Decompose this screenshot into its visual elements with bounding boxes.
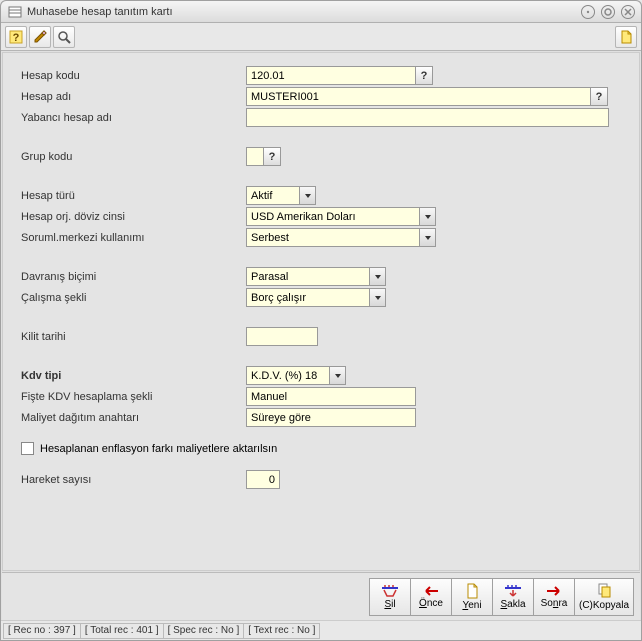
- yeni-label: Yeni: [462, 600, 481, 611]
- hesap-kodu-label: Hesap kodu: [21, 70, 246, 82]
- hareket-input: [246, 470, 280, 489]
- kdv-tipi-value: K.D.V. (%) 18: [251, 370, 329, 382]
- minimize-button[interactable]: [581, 5, 595, 19]
- sil-button[interactable]: Sil: [369, 578, 411, 616]
- grup-kodu-label: Grup kodu: [21, 151, 246, 163]
- help-button[interactable]: ?: [5, 26, 27, 48]
- status-spec-rec: [ Spec rec : No ]: [163, 623, 245, 639]
- chevron-down-icon: [419, 208, 435, 225]
- yeni-button[interactable]: Yeni: [451, 578, 493, 616]
- grup-kodu-lookup[interactable]: ?: [263, 147, 281, 166]
- chevron-down-icon: [329, 367, 345, 384]
- maliyet-input[interactable]: [246, 408, 416, 427]
- hareket-label: Hareket sayısı: [21, 474, 246, 486]
- hesap-kodu-input[interactable]: [246, 66, 416, 85]
- app-window: Muhasebe hesap tanıtım kartı ? Hesap kod…: [0, 0, 642, 641]
- window-title: Muhasebe hesap tanıtım kartı: [27, 6, 581, 18]
- yabanci-input[interactable]: [246, 108, 609, 127]
- chevron-down-icon: [299, 187, 315, 204]
- maliyet-label: Maliyet dağıtım anahtarı: [21, 412, 246, 424]
- sonra-label: Sonra: [541, 598, 568, 609]
- enflasyon-label: Hesaplanan enflasyon farkı maliyetlere a…: [40, 443, 277, 455]
- hesap-kodu-lookup[interactable]: ?: [415, 66, 433, 85]
- calisma-label: Çalışma şekli: [21, 292, 246, 304]
- maximize-button[interactable]: [601, 5, 615, 19]
- soruml-value: Serbest: [251, 232, 419, 244]
- save-icon: [504, 584, 522, 598]
- sakla-button[interactable]: Sakla: [492, 578, 534, 616]
- kdv-tipi-select[interactable]: K.D.V. (%) 18: [246, 366, 346, 385]
- bottom-toolbar: Sil Önce Yeni Sakla Sonra (C)Kopyala: [2, 572, 640, 620]
- once-label: Önce: [419, 598, 443, 609]
- chevron-down-icon: [369, 268, 385, 285]
- hesap-adi-input[interactable]: [246, 87, 591, 106]
- kilit-input[interactable]: [246, 327, 318, 346]
- top-toolbar: ?: [1, 23, 641, 51]
- arrow-left-icon: [422, 585, 440, 597]
- zoom-button[interactable]: [53, 26, 75, 48]
- status-rec-no: [ Rec no : 397 ]: [3, 623, 81, 639]
- soruml-select[interactable]: Serbest: [246, 228, 436, 247]
- calisma-value: Borç çalışır: [251, 292, 369, 304]
- status-text-rec: [ Text rec : No ]: [243, 623, 320, 639]
- hesap-adi-lookup[interactable]: ?: [590, 87, 608, 106]
- yabanci-label: Yabancı hesap adı: [21, 112, 246, 124]
- sakla-label: Sakla: [500, 599, 525, 610]
- statusbar: [ Rec no : 397 ] [ Total rec : 401 ] [ S…: [1, 620, 641, 640]
- status-total-rec: [ Total rec : 401 ]: [80, 623, 164, 639]
- hesap-turu-value: Aktif: [251, 190, 299, 202]
- arrow-right-icon: [545, 585, 563, 597]
- edit-button[interactable]: [29, 26, 51, 48]
- fiste-input[interactable]: [246, 387, 416, 406]
- davranis-value: Parasal: [251, 271, 369, 283]
- app-icon: [7, 4, 23, 20]
- doviz-value: USD Amerikan Doları: [251, 211, 419, 223]
- kdv-tipi-label: Kdv tipi: [21, 370, 246, 382]
- window-controls: [581, 5, 635, 19]
- kopyala-button[interactable]: (C)Kopyala: [574, 578, 634, 616]
- sonra-button[interactable]: Sonra: [533, 578, 575, 616]
- svg-text:?: ?: [13, 32, 20, 44]
- davranis-label: Davranış biçimi: [21, 271, 246, 283]
- hesap-turu-label: Hesap türü: [21, 190, 246, 202]
- chevron-down-icon: [419, 229, 435, 246]
- grup-kodu-input[interactable]: [246, 147, 264, 166]
- new-doc-icon: [465, 583, 479, 599]
- kopyala-label: (C)Kopyala: [579, 600, 629, 611]
- soruml-label: Soruml.merkezi kullanımı: [21, 232, 246, 244]
- chevron-down-icon: [369, 289, 385, 306]
- sil-label: Sil: [384, 599, 395, 610]
- delete-icon: [381, 584, 399, 598]
- davranis-select[interactable]: Parasal: [246, 267, 386, 286]
- fiste-label: Fişte KDV hesaplama şekli: [21, 391, 246, 403]
- kilit-label: Kilit tarihi: [21, 331, 246, 343]
- copy-icon: [596, 583, 612, 599]
- once-button[interactable]: Önce: [410, 578, 452, 616]
- titlebar: Muhasebe hesap tanıtım kartı: [1, 1, 641, 23]
- doviz-label: Hesap orj. döviz cinsi: [21, 211, 246, 223]
- hesap-turu-select[interactable]: Aktif: [246, 186, 316, 205]
- calisma-select[interactable]: Borç çalışır: [246, 288, 386, 307]
- doviz-select[interactable]: USD Amerikan Doları: [246, 207, 436, 226]
- close-button[interactable]: [621, 5, 635, 19]
- form-area: Hesap kodu ? Hesap adı ? Yabancı hesap a…: [2, 52, 640, 571]
- hesap-adi-label: Hesap adı: [21, 91, 246, 103]
- enflasyon-checkbox[interactable]: [21, 442, 34, 455]
- document-button[interactable]: [615, 26, 637, 48]
